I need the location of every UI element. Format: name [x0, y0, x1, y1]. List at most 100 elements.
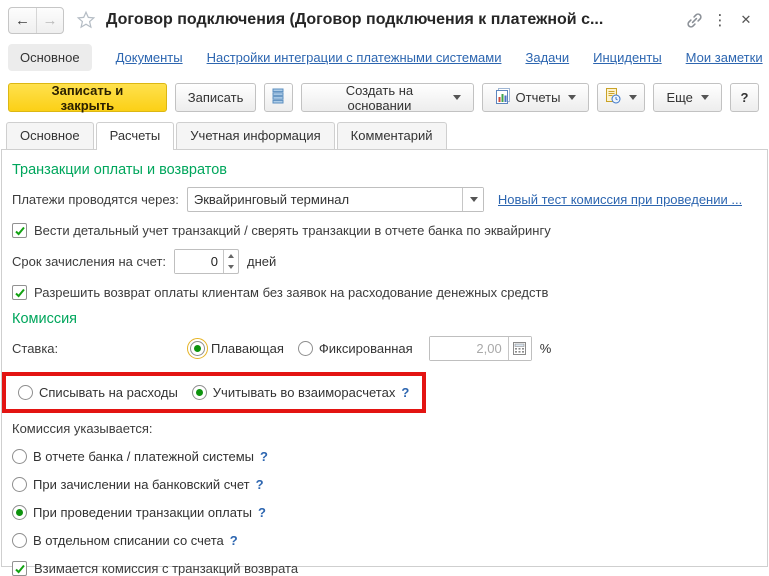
stepper-down-icon[interactable] — [224, 262, 238, 274]
chevron-down-icon — [452, 95, 461, 100]
forward-arrow-icon: → — [42, 11, 58, 29]
payments-via-combobox[interactable]: Эквайринговый терминал — [186, 187, 484, 212]
tab-calculations[interactable]: Расчеты — [95, 122, 175, 150]
reports-button[interactable]: Отчеты — [481, 83, 590, 112]
option-separate-row: В отдельном списании со счета ? — [12, 533, 757, 548]
commission-test-link[interactable]: Новый тест комиссия при проведении ... — [498, 192, 742, 207]
section-title-commission: Комиссия — [12, 311, 78, 327]
commission-mutual-radio[interactable]: Учитывать во взаиморасчетах — [191, 385, 395, 400]
rate-fixed-radio[interactable]: Фиксированная — [297, 341, 413, 356]
more-label: Еще — [666, 90, 693, 105]
save-button[interactable]: Записать — [174, 83, 257, 112]
tab-comment[interactable]: Комментарий — [336, 122, 447, 149]
payments-via-row: Платежи проводятся через: Эквайринговый … — [12, 187, 757, 212]
scheduled-tasks-button[interactable] — [597, 83, 646, 112]
nav-item-integration-settings[interactable]: Настройки интеграции с платежными систем… — [207, 50, 502, 65]
settlement-term-label: Срок зачисления на счет: — [12, 254, 167, 269]
help-question-icon[interactable]: ? — [230, 533, 238, 548]
nav-item-documents[interactable]: Документы — [116, 50, 183, 65]
rate-percent-suffix: % — [539, 341, 552, 356]
option-payment-tx-row: При проведении транзакции оплаты ? — [12, 505, 757, 520]
allow-refund-label[interactable]: Разрешить возврат оплаты клиентам без за… — [34, 285, 548, 300]
register-stack-icon — [272, 88, 285, 107]
copy-link-icon[interactable] — [681, 12, 707, 29]
option-bank-report-radio[interactable]: В отчете банка / платежной системы — [12, 449, 254, 464]
rate-row: Ставка: Плавающая Фиксированная 2,00 % — [12, 336, 757, 361]
annotation-highlight-box: Списывать на расходы Учитывать во взаимо… — [2, 372, 426, 413]
history-nav-group: ← → — [8, 6, 64, 34]
calculations-tab-panel: Транзакции оплаты и возвратов Платежи пр… — [1, 149, 768, 576]
create-based-on-button[interactable]: Создать на основании — [301, 82, 474, 113]
radio-unselected-icon — [12, 533, 27, 548]
page-title: Договор подключения (Договор подключения… — [106, 11, 604, 28]
rate-fixed-label: Фиксированная — [318, 341, 413, 356]
radio-selected-icon — [191, 385, 207, 400]
settlement-term-suffix: дней — [247, 254, 277, 269]
titlebar: ← → Договор подключения (Договор подключ… — [0, 0, 769, 40]
radio-unselected-icon — [12, 449, 27, 464]
combo-dropdown-button[interactable] — [461, 188, 483, 211]
more-button[interactable]: Еще — [653, 83, 722, 112]
nav-item-tasks[interactable]: Задачи — [525, 50, 569, 65]
calculator-icon[interactable] — [507, 337, 531, 360]
create-based-on-label: Создать на основании — [345, 82, 414, 113]
settlement-term-stepper[interactable] — [174, 249, 240, 274]
option-separate-label: В отдельном списании со счета — [33, 533, 224, 548]
rate-floating-radio[interactable]: Плавающая — [187, 338, 284, 359]
reports-label: Отчеты — [515, 90, 561, 105]
option-bank-account-label: При зачислении на банковский счет — [33, 477, 250, 492]
favorite-star-icon[interactable] — [76, 10, 96, 30]
detailed-accounting-row: Вести детальный учет транзакций / сверят… — [12, 223, 757, 238]
rate-label: Ставка: — [12, 341, 59, 356]
back-button[interactable]: ← — [9, 8, 36, 33]
radio-selected-icon — [187, 338, 208, 359]
rate-value-input[interactable] — [429, 337, 508, 360]
allow-refund-checkbox[interactable] — [12, 285, 27, 300]
help-question-icon[interactable]: ? — [256, 477, 264, 492]
tab-main[interactable]: Основное — [6, 122, 94, 149]
report-chart-icon — [495, 88, 510, 107]
option-bank-account-row: При зачислении на банковский счет ? — [12, 477, 757, 492]
toolbar: Записать и закрыть Записать Создать на о… — [0, 81, 769, 120]
commission-specified-label: Комиссия указывается: — [12, 421, 153, 436]
commission-expenses-radio[interactable]: Списывать на расходы — [18, 385, 178, 400]
return-commission-checkbox[interactable] — [12, 561, 27, 576]
save-and-close-button[interactable]: Записать и закрыть — [8, 83, 167, 113]
rate-value-field[interactable] — [428, 336, 532, 361]
close-icon[interactable]: ✕ — [733, 12, 759, 28]
help-question-icon[interactable]: ? — [258, 505, 266, 520]
nav-item-incidents[interactable]: Инциденты — [593, 50, 662, 65]
register-records-button[interactable] — [264, 83, 294, 112]
rate-floating-label: Плавающая — [211, 341, 284, 356]
radio-selected-icon — [12, 505, 27, 520]
chevron-down-icon — [469, 197, 478, 202]
nav-links: Основное Документы Настройки интеграции … — [0, 40, 769, 81]
option-bank-report-label: В отчете банка / платежной системы — [33, 449, 255, 464]
detailed-accounting-checkbox[interactable] — [12, 223, 27, 238]
nav-item-main[interactable]: Основное — [8, 44, 92, 71]
nav-item-my-notes[interactable]: Мои заметки — [686, 50, 763, 65]
kebab-menu-icon[interactable]: ⋮ — [707, 11, 733, 29]
return-commission-label[interactable]: Взимается комиссия с транзакций возврата — [34, 561, 298, 576]
settlement-term-input[interactable] — [175, 250, 224, 273]
tab-accounting-info[interactable]: Учетная информация — [176, 122, 335, 149]
detailed-accounting-label[interactable]: Вести детальный учет транзакций / сверят… — [34, 223, 551, 238]
option-separate-radio[interactable]: В отдельном списании со счета — [12, 533, 224, 548]
help-button[interactable]: ? — [729, 83, 760, 112]
radio-unselected-icon — [297, 341, 313, 356]
section-title-transactions: Транзакции оплаты и возвратов — [12, 162, 227, 178]
allow-refund-row: Разрешить возврат оплаты клиентам без за… — [12, 285, 757, 300]
stepper-up-icon[interactable] — [224, 250, 238, 262]
help-question-icon[interactable]: ? — [260, 449, 268, 464]
chevron-down-icon — [629, 95, 638, 100]
forward-button[interactable]: → — [36, 7, 63, 33]
option-payment-tx-radio[interactable]: При проведении транзакции оплаты — [12, 505, 252, 520]
option-bank-account-radio[interactable]: При зачислении на банковский счет — [12, 477, 250, 492]
settlement-term-row: Срок зачисления на счет: дней — [12, 249, 757, 274]
commission-specified-label-row: Комиссия указывается: — [12, 421, 757, 436]
help-question-icon[interactable]: ? — [401, 385, 409, 400]
back-arrow-icon: ← — [15, 11, 30, 29]
payments-via-label: Платежи проводятся через: — [12, 192, 179, 207]
commission-expenses-label: Списывать на расходы — [39, 385, 178, 400]
radio-unselected-icon — [18, 385, 33, 400]
